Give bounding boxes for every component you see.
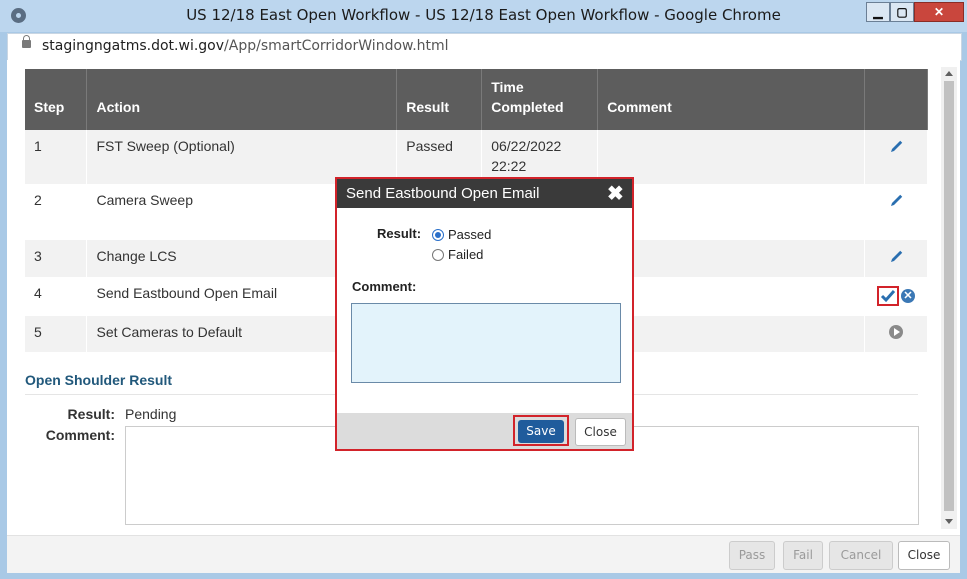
dialog-close-button[interactable]: Close	[575, 418, 626, 446]
cancel-circle-icon[interactable]: ✕	[900, 289, 915, 303]
cell-actions: ✕	[864, 277, 929, 316]
minimize-button[interactable]: ▁	[866, 2, 890, 22]
radio-passed[interactable]	[432, 229, 444, 241]
dialog-title: Send Eastbound Open Email	[346, 185, 540, 202]
table-header-row: Step Action Result Time Completed Commen…	[25, 69, 929, 130]
cell-time: 06/22/2022 22:22	[481, 130, 599, 184]
header-time-completed: Time Completed	[481, 69, 599, 130]
scroll-up-arrow-icon[interactable]	[945, 71, 953, 76]
dialog-footer: Save Close	[337, 413, 632, 449]
dialog-close-icon[interactable]: ✖	[607, 181, 624, 206]
cell-comment	[597, 277, 865, 316]
dialog-comment-label: Comment:	[352, 279, 417, 294]
check-icon[interactable]	[876, 286, 899, 306]
window-close-button[interactable]: ✕	[914, 2, 964, 22]
fail-button[interactable]: Fail	[783, 541, 823, 570]
shoulder-result-value: Pending	[125, 406, 177, 422]
scrollbar-thumb[interactable]	[944, 81, 954, 511]
scroll-down-arrow-icon[interactable]	[945, 519, 953, 524]
header-step: Step	[25, 69, 88, 130]
play-icon[interactable]	[888, 325, 903, 339]
close-button[interactable]: Close	[898, 541, 950, 570]
cell-step: 5	[25, 316, 88, 352]
cell-step: 1	[25, 130, 88, 184]
radio-failed-label[interactable]: Failed	[448, 247, 483, 262]
window-title: US 12/18 East Open Workflow - US 12/18 E…	[186, 6, 781, 24]
cell-actions	[864, 130, 929, 184]
cell-step: 3	[25, 240, 88, 277]
header-action: Action	[86, 69, 398, 130]
cell-comment	[597, 240, 865, 277]
header-result: Result	[396, 69, 483, 130]
cell-actions	[864, 240, 929, 277]
dialog-comment-textarea[interactable]	[351, 303, 621, 383]
pencil-icon[interactable]	[888, 193, 904, 209]
cell-actions	[864, 184, 929, 240]
page-scrollbar[interactable]	[941, 67, 957, 529]
cancel-button[interactable]: Cancel	[829, 541, 893, 570]
address-bar[interactable]: stagingngatms.dot.wi.gov/App/smartCorrid…	[7, 33, 962, 61]
send-email-dialog: Send Eastbound Open Email ✖ Result: Pass…	[335, 177, 634, 451]
shoulder-comment-label: Comment:	[45, 427, 115, 443]
dialog-header: Send Eastbound Open Email ✖	[337, 179, 632, 208]
cell-action: FST Sweep (Optional)	[86, 130, 398, 184]
dialog-save-button[interactable]: Save	[518, 420, 564, 443]
url-host: stagingngatms.dot.wi.gov	[42, 38, 225, 54]
maximize-button[interactable]: ▢	[890, 2, 914, 22]
lock-icon	[22, 35, 31, 48]
dialog-result-label: Result:	[377, 226, 422, 241]
footer-bar: Pass Fail Cancel Close	[7, 535, 960, 573]
pencil-icon[interactable]	[888, 139, 904, 155]
window-titlebar: US 12/18 East Open Workflow - US 12/18 E…	[0, 0, 967, 32]
pencil-icon[interactable]	[888, 249, 904, 265]
radio-passed-label[interactable]: Passed	[448, 227, 491, 242]
header-comment: Comment	[597, 69, 865, 130]
header-actions	[864, 69, 929, 130]
shoulder-result-label: Result:	[67, 406, 115, 422]
cell-comment	[597, 316, 865, 352]
url-text: stagingngatms.dot.wi.gov/App/smartCorrid…	[42, 38, 449, 54]
cell-step: 4	[25, 277, 88, 316]
cell-comment	[597, 130, 865, 184]
cell-actions	[864, 316, 929, 352]
url-path: /App/smartCorridorWindow.html	[224, 38, 449, 54]
table-row: 1 FST Sweep (Optional) Passed 06/22/2022…	[25, 130, 929, 184]
pass-button[interactable]: Pass	[729, 541, 775, 570]
cell-result: Passed	[396, 130, 483, 184]
cell-comment	[597, 184, 865, 240]
open-shoulder-result-title: Open Shoulder Result	[25, 372, 173, 388]
row-action-group: ✕	[876, 286, 915, 306]
radio-failed[interactable]	[432, 249, 444, 261]
cell-step: 2	[25, 184, 88, 240]
